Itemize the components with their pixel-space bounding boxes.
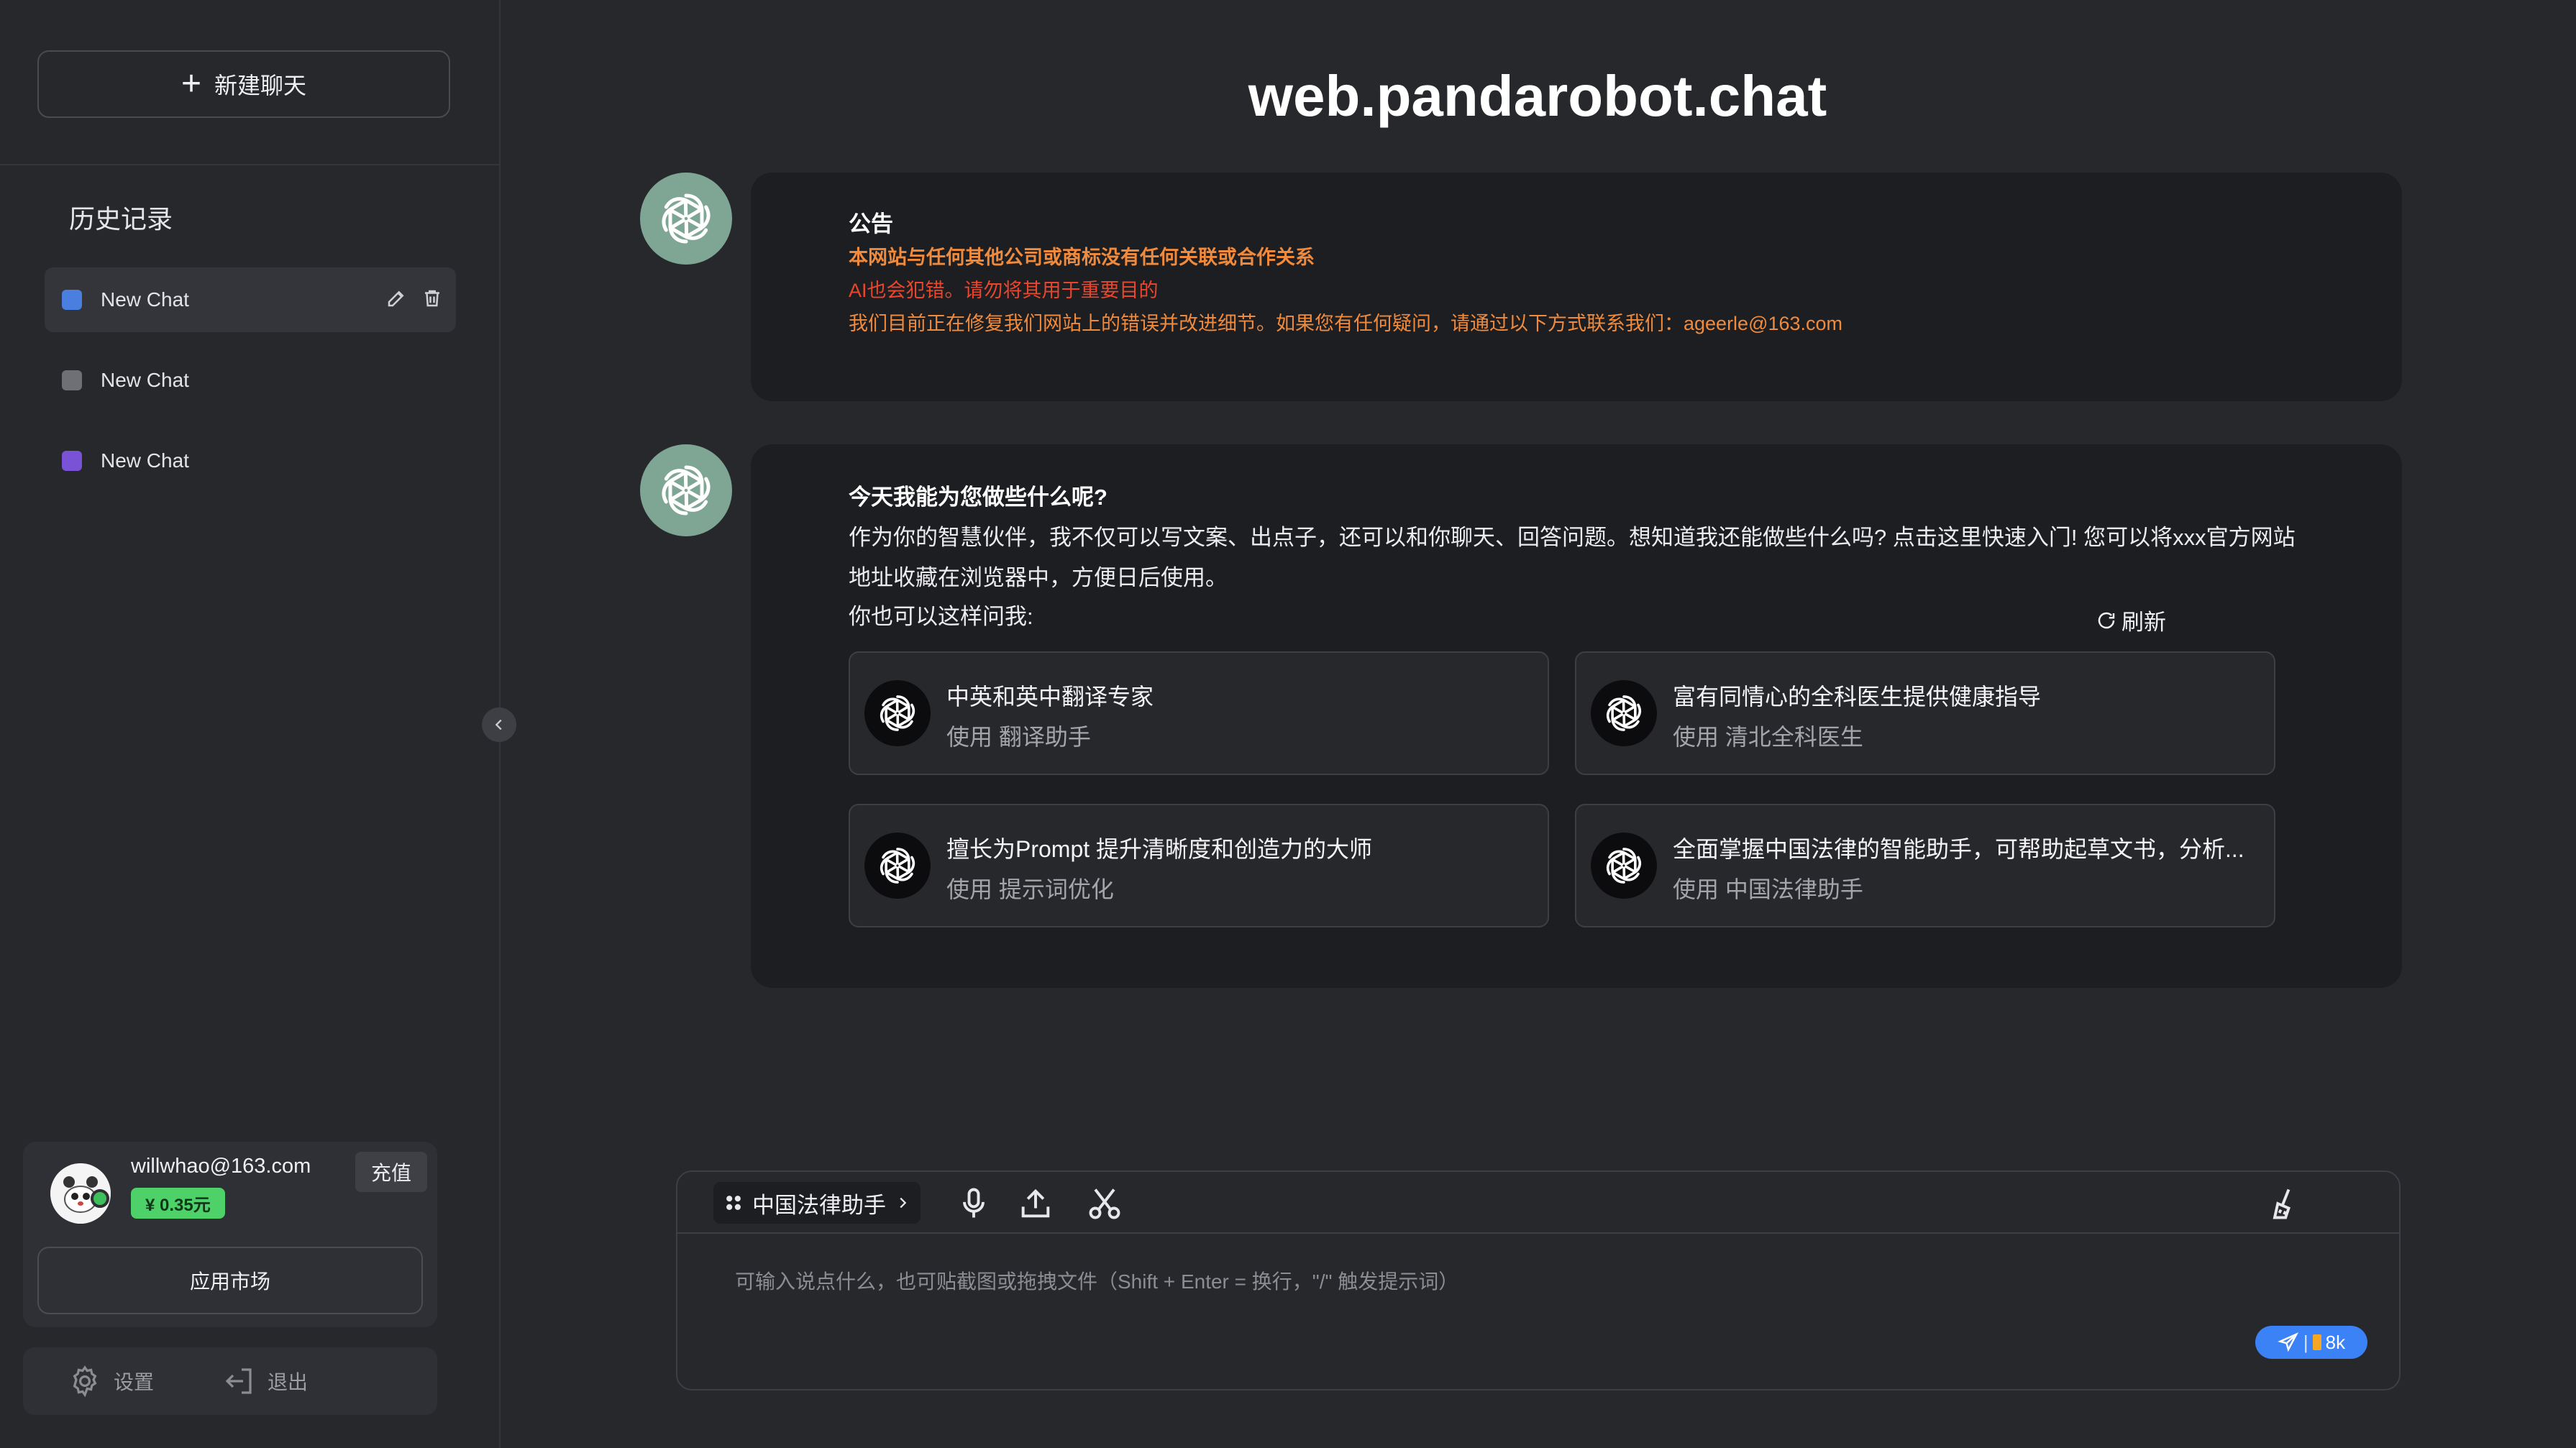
bot-avatar — [640, 444, 732, 536]
prompt-subtitle: 使用 提示词优化 — [946, 876, 1114, 902]
announcement-line: 本网站与任何其他公司或商标没有任何关联或合作关系 — [849, 247, 1315, 268]
chat-input[interactable] — [734, 1267, 2347, 1297]
greeting-ask: 你也可以这样问我: — [849, 604, 1033, 629]
history-actions — [385, 288, 443, 309]
greeting-card: 今天我能为您做些什么呢? 作为你的智慧伙伴，我不仅可以写文案、出点子，还可以和你… — [751, 444, 2402, 988]
history-title: 历史记录 — [69, 204, 173, 234]
history-color-dot — [62, 290, 82, 310]
logout-label: 退出 — [268, 1371, 309, 1393]
announcement-line: 我们目前正在修复我们网站上的错误并改进细节。如果您有任何疑问，请通过以下方式联系… — [849, 313, 1843, 334]
page-title: web.pandarobot.chat — [1248, 64, 1827, 128]
history-item[interactable]: New Chat — [45, 267, 456, 332]
announcement-card: 公告 本网站与任何其他公司或商标没有任何关联或合作关系 AI也会犯错。请勿将其用… — [751, 173, 2402, 401]
upload-icon[interactable] — [1017, 1185, 1054, 1222]
assistant-label: 中国法律助手 — [752, 1192, 886, 1218]
chat-input-box: 中国法律助手 | 8k — [676, 1170, 2401, 1390]
microphone-icon[interactable] — [955, 1185, 992, 1222]
history-color-dot — [62, 451, 82, 471]
user-card: willwhao@163.com ¥ 0.35元 充值 应用市场 — [23, 1142, 437, 1327]
history-item-label: New Chat — [101, 369, 189, 391]
recharge-button[interactable]: 充值 — [355, 1152, 427, 1192]
chevron-right-icon — [900, 1197, 907, 1209]
battery-icon — [2312, 1334, 2321, 1350]
refresh-icon — [2098, 612, 2115, 628]
refresh-label: 刷新 — [2121, 610, 2166, 635]
send-divider: | — [2303, 1331, 2308, 1353]
balance-badge: ¥ 0.35元 — [131, 1188, 225, 1219]
settings-label: 设置 — [114, 1371, 155, 1393]
settings-button[interactable]: 设置 — [68, 1364, 154, 1398]
plus-icon: + — [181, 65, 201, 103]
history-color-dot — [62, 370, 82, 390]
history-item[interactable]: New Chat — [45, 429, 456, 493]
prompt-suggestion-card[interactable]: 全面掌握中国法律的智能助手，可帮助起草文书，分析... 使用 中国法律助手 — [1575, 804, 2275, 927]
prompt-suggestion-card[interactable]: 富有同情心的全科医生提供健康指导 使用 清北全科医生 — [1575, 651, 2275, 775]
broom-icon[interactable] — [2265, 1185, 2303, 1222]
app-market-button[interactable]: 应用市场 — [37, 1247, 423, 1314]
grid-icon — [726, 1196, 741, 1210]
chevron-left-icon — [495, 719, 502, 730]
prompt-title: 全面掌握中国法律的智能助手，可帮助起草文书，分析... — [1673, 836, 2244, 862]
openai-logo-icon — [1591, 680, 1657, 746]
user-email: willwhao@163.com — [131, 1155, 311, 1178]
prompt-title: 富有同情心的全科医生提供健康指导 — [1673, 684, 2042, 710]
openai-logo-icon — [662, 193, 711, 244]
new-chat-button[interactable]: + 新建聊天 — [37, 50, 450, 118]
openai-logo-icon — [864, 833, 931, 899]
scissors-icon[interactable] — [1086, 1185, 1123, 1222]
input-toolbar: 中国法律助手 — [677, 1172, 2399, 1234]
history-item-label: New Chat — [101, 288, 189, 311]
greeting-title: 今天我能为您做些什么呢? — [849, 485, 1107, 510]
logout-icon — [225, 1368, 252, 1394]
assistant-selector[interactable]: 中国法律助手 — [713, 1182, 921, 1224]
prompt-subtitle: 使用 翻译助手 — [946, 724, 1091, 750]
prompt-subtitle: 使用 清北全科医生 — [1673, 724, 1863, 750]
openai-logo-icon — [662, 465, 711, 515]
prompt-suggestion-card[interactable]: 中英和英中翻译专家 使用 翻译助手 — [849, 651, 1549, 775]
refresh-button[interactable]: 刷新 — [2096, 604, 2166, 636]
token-count: 8k — [2325, 1331, 2346, 1353]
greeting-body: 作为你的智慧伙伴，我不仅可以写文案、出点子，还可以和你聊天、回答问题。想知道我还… — [849, 525, 2296, 590]
collapse-sidebar-button[interactable] — [482, 707, 516, 742]
history-item[interactable]: New Chat — [45, 348, 456, 413]
prompt-subtitle: 使用 中国法律助手 — [1673, 876, 1863, 902]
online-status-dot — [91, 1189, 109, 1208]
bot-avatar — [640, 173, 732, 265]
prompt-title: 擅长为Prompt 提升清晰度和创造力的大师 — [946, 836, 1373, 862]
trash-icon[interactable] — [421, 288, 443, 309]
openai-logo-icon — [1591, 833, 1657, 899]
history-item-label: New Chat — [101, 449, 189, 472]
openai-logo-icon — [864, 680, 931, 746]
prompt-suggestion-card[interactable]: 擅长为Prompt 提升清晰度和创造力的大师 使用 提示词优化 — [849, 804, 1549, 927]
logout-button[interactable]: 退出 — [221, 1364, 308, 1398]
announcement-line: AI也会犯错。请勿将其用于重要目的 — [849, 280, 1159, 301]
send-button[interactable]: | 8k — [2255, 1326, 2367, 1359]
send-icon — [2277, 1332, 2298, 1352]
sidebar-divider — [0, 164, 499, 165]
sidebar-footer: 设置 退出 — [23, 1347, 437, 1415]
edit-icon[interactable] — [385, 288, 407, 309]
sidebar: + 新建聊天 历史记录 New Chat New Chat New Chat w… — [0, 0, 501, 1448]
announcement-title: 公告 — [849, 211, 893, 237]
prompt-title: 中英和英中翻译专家 — [946, 684, 1154, 710]
gear-icon — [73, 1365, 97, 1398]
new-chat-label: 新建聊天 — [214, 73, 307, 98]
